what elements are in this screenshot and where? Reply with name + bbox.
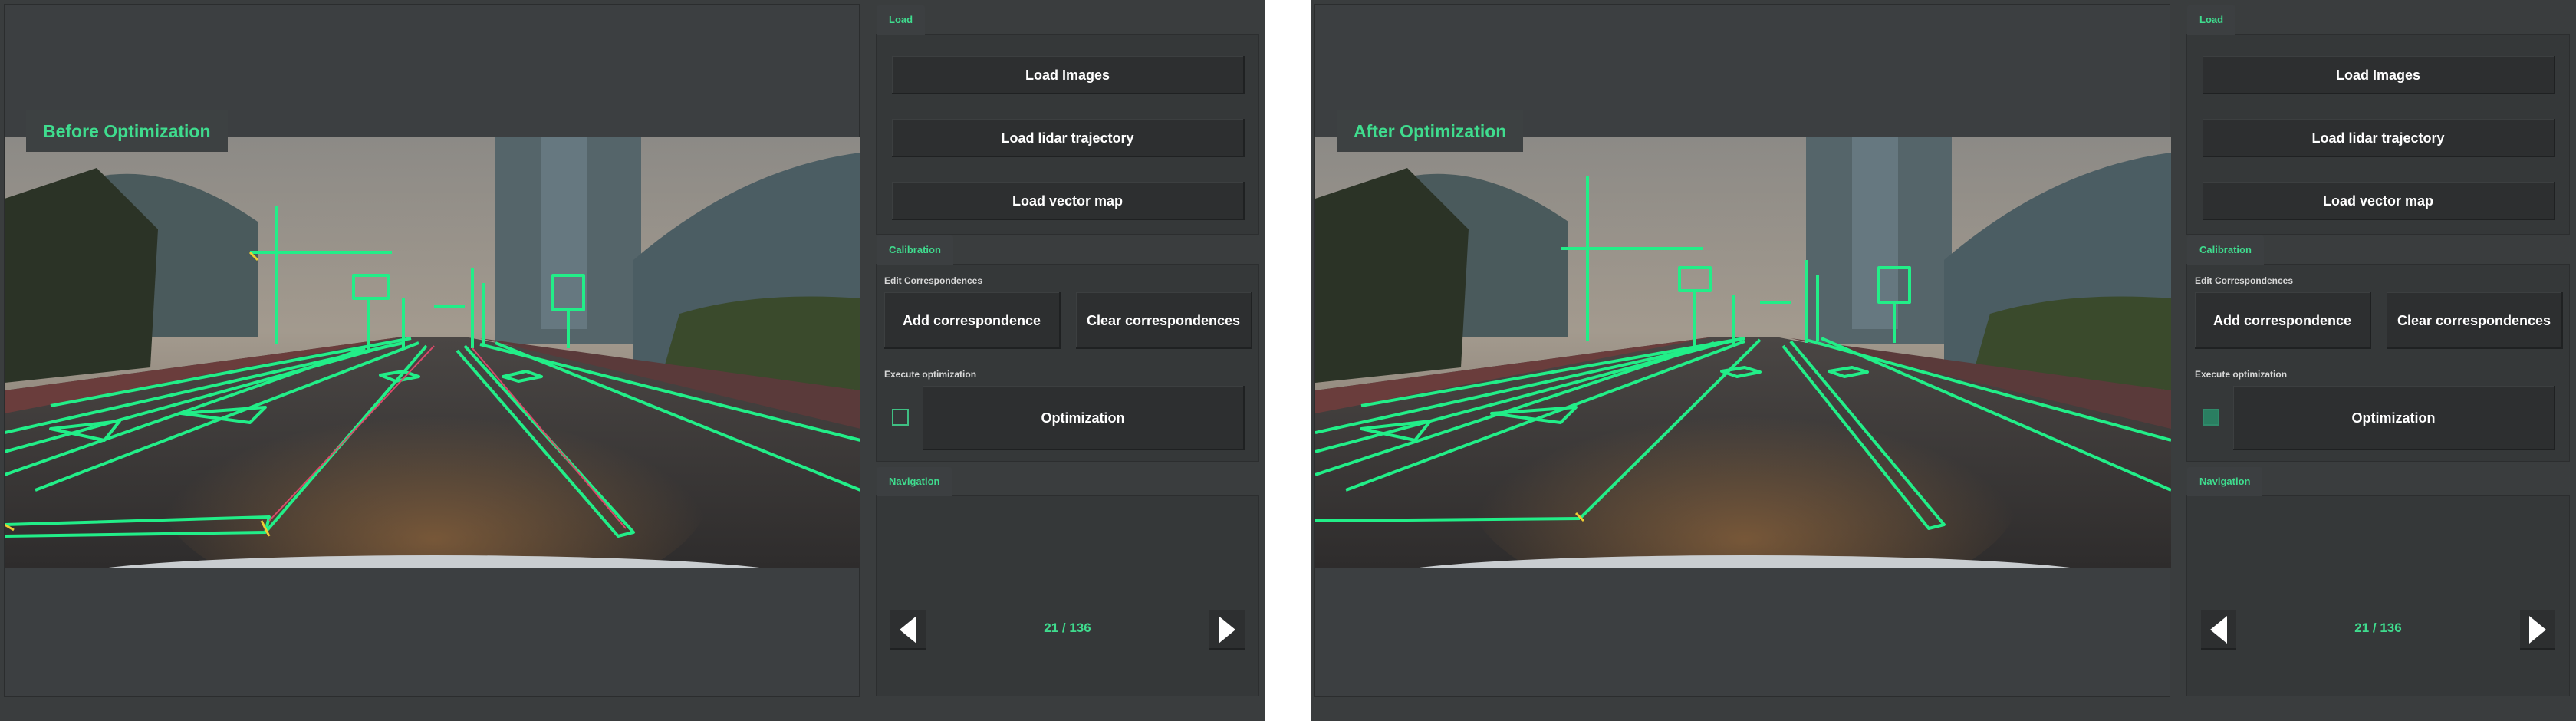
next-image-button[interactable] xyxy=(1209,610,1245,650)
viewport-title: After Optimization xyxy=(1337,110,1524,152)
execute-optimization-label: Execute optimization xyxy=(884,369,977,380)
tab-navigation[interactable]: Navigation xyxy=(877,467,952,496)
navigation-panel: Navigation 21 / 136 xyxy=(876,467,1259,696)
calibration-panel: Calibration Edit Correspondences Add cor… xyxy=(2186,235,2570,462)
camera-image xyxy=(5,137,860,568)
load-panel: Load Load Images Load lidar trajectory L… xyxy=(2186,5,2570,235)
add-correspondence-button[interactable]: Add correspondence xyxy=(2195,292,2371,349)
add-correspondence-button[interactable]: Add correspondence xyxy=(884,292,1061,349)
optimization-checkbox[interactable] xyxy=(2203,409,2219,426)
clear-correspondences-button[interactable]: Clear correspondences xyxy=(1076,292,1252,349)
load-lidar-trajectory-button[interactable]: Load lidar trajectory xyxy=(892,119,1245,157)
triangle-right-icon xyxy=(2529,616,2546,644)
edit-correspondences-label: Edit Correspondences xyxy=(2195,275,2294,286)
tab-calibration[interactable]: Calibration xyxy=(877,235,953,265)
edit-correspondences-label: Edit Correspondences xyxy=(884,275,983,286)
optimization-checkbox[interactable] xyxy=(892,409,909,426)
load-images-button[interactable]: Load Images xyxy=(2203,56,2555,94)
tab-navigation[interactable]: Navigation xyxy=(2187,467,2263,496)
navigation-panel: Navigation 21 / 136 xyxy=(2186,467,2570,696)
camera-image xyxy=(1315,137,2171,568)
tab-calibration[interactable]: Calibration xyxy=(2187,235,2264,265)
page-indicator: 21 / 136 xyxy=(1044,621,1091,635)
clear-correspondences-button[interactable]: Clear correspondences xyxy=(2387,292,2563,349)
optimization-button[interactable]: Optimization xyxy=(2233,386,2555,450)
next-image-button[interactable] xyxy=(2520,610,2555,650)
load-vector-map-button[interactable]: Load vector map xyxy=(2203,182,2555,220)
viewport-title: Before Optimization xyxy=(26,110,228,152)
calibration-panel: Calibration Edit Correspondences Add cor… xyxy=(876,235,1259,462)
load-lidar-trajectory-button[interactable]: Load lidar trajectory xyxy=(2203,119,2555,157)
tab-load[interactable]: Load xyxy=(877,5,926,35)
camera-viewport: After Optimization xyxy=(1314,4,2171,697)
execute-optimization-label: Execute optimization xyxy=(2195,369,2288,380)
calibration-window-before: Before Optimization Load Load Images Loa… xyxy=(0,0,1265,721)
calibration-window-after: After Optimization Load Load Images Load… xyxy=(1311,0,2576,721)
camera-viewport: Before Optimization xyxy=(4,4,860,697)
load-images-button[interactable]: Load Images xyxy=(892,56,1245,94)
tab-load[interactable]: Load xyxy=(2187,5,2236,35)
load-panel: Load Load Images Load lidar trajectory L… xyxy=(876,5,1259,235)
load-vector-map-button[interactable]: Load vector map xyxy=(892,182,1245,220)
optimization-button[interactable]: Optimization xyxy=(923,386,1245,450)
triangle-right-icon xyxy=(1219,616,1235,644)
page-indicator: 21 / 136 xyxy=(2354,621,2402,635)
